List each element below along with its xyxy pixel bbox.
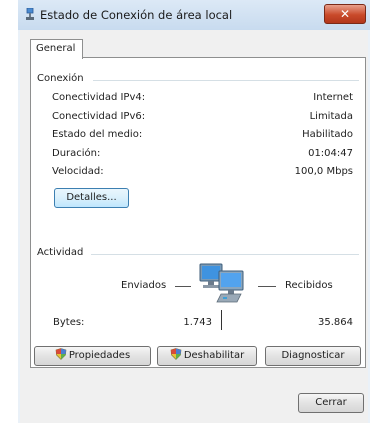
ipv6-connectivity-label: Conectividad IPv6: <box>52 111 146 122</box>
ipv6-connectivity-value: Limitada <box>309 111 353 122</box>
details-button[interactable]: Detalles... <box>54 188 129 208</box>
media-state-value: Habilitado <box>302 129 353 140</box>
connection-group-title: Conexión <box>37 73 84 84</box>
received-label: Recibidos <box>285 280 333 291</box>
close-icon: ✕ <box>339 7 351 21</box>
ipv4-connectivity-value: Internet <box>313 92 353 103</box>
bytes-divider <box>221 310 222 330</box>
title-bar[interactable]: Estado de Conexión de área local ✕ <box>18 0 370 30</box>
ipv4-connectivity-label: Conectividad IPv4: <box>52 92 146 103</box>
close-window-button[interactable]: ✕ <box>324 4 366 24</box>
properties-button[interactable]: Propiedades <box>34 346 151 366</box>
dialog-client-area: General Conexión Conectividad IPv4: Inte… <box>20 30 368 423</box>
sent-connector-line <box>175 286 191 287</box>
tab-general[interactable]: General <box>30 39 83 59</box>
bytes-received-value: 35.864 <box>318 317 353 328</box>
bytes-sent-value: 1.743 <box>183 317 212 328</box>
duration-value: 01:04:47 <box>308 148 353 159</box>
activity-group-title: Actividad <box>37 247 84 258</box>
disable-button[interactable]: Deshabilitar <box>157 346 257 366</box>
window-title: Estado de Conexión de área local <box>40 8 233 22</box>
speed-value: 100,0 Mbps <box>294 166 353 177</box>
network-icon <box>26 8 34 20</box>
network-computers-icon <box>199 263 244 303</box>
connection-group-divider <box>93 80 359 81</box>
received-connector-line <box>258 286 276 287</box>
properties-button-label: Propiedades <box>68 350 131 361</box>
shield-icon <box>170 348 182 360</box>
close-button[interactable]: Cerrar <box>298 393 364 413</box>
media-state-label: Estado del medio: <box>52 129 143 140</box>
tab-panel-general: Conexión Conectividad IPv4: Internet Con… <box>30 57 366 368</box>
bytes-label: Bytes: <box>53 317 85 328</box>
dialog-window: Estado de Conexión de área local ✕ Gener… <box>18 0 370 423</box>
sent-label: Enviados <box>121 280 167 291</box>
activity-group-divider <box>91 254 359 255</box>
diagnose-button[interactable]: Diagnosticar <box>265 346 361 366</box>
disable-button-label: Deshabilitar <box>183 350 245 361</box>
tab-general-label: General <box>36 43 76 54</box>
speed-label: Velocidad: <box>52 166 104 177</box>
duration-label: Duración: <box>52 148 101 159</box>
shield-icon <box>55 348 67 360</box>
